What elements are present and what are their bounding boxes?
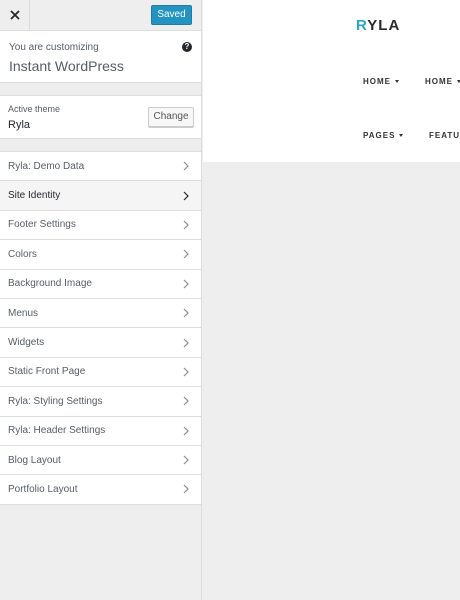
customizing-action-text: You are customizing (9, 42, 99, 53)
section-demo-data[interactable]: Ryla: Demo Data (0, 152, 201, 182)
customizer-sidebar: Saved You are customizing Instant WordPr… (0, 0, 202, 600)
section-label: Ryla: Demo Data (8, 160, 85, 172)
chevron-right-icon (183, 249, 189, 259)
chevron-right-icon (183, 426, 189, 436)
caret-down-icon (399, 134, 404, 137)
preview-site-header: RYLA HOME HOME PAGES FEATUR (203, 0, 460, 162)
nav-item-label: FEATUR (429, 131, 460, 140)
chevron-right-icon (183, 367, 189, 377)
site-logo[interactable]: RYLA (356, 17, 400, 34)
section-label: Widgets (8, 337, 45, 349)
nav-item-features[interactable]: FEATUR (429, 131, 460, 140)
logo-accent-letter: R (356, 17, 368, 34)
help-icon[interactable]: ? (182, 42, 192, 52)
section-label: Ryla: Header Settings (8, 425, 106, 437)
site-preview: RYLA HOME HOME PAGES FEATUR (203, 0, 460, 600)
chevron-right-icon (183, 338, 189, 347)
nav-item-label: HOME (363, 77, 391, 86)
section-colors[interactable]: Colors (0, 240, 201, 270)
section-blog-layout[interactable]: Blog Layout (0, 445, 201, 476)
section-site-identity[interactable]: Site Identity (0, 181, 201, 211)
section-static-front-page[interactable]: Static Front Page (0, 357, 201, 388)
change-theme-button[interactable]: Change (148, 107, 194, 127)
nav-item-pages[interactable]: PAGES (363, 131, 404, 140)
section-label: Colors (8, 248, 37, 260)
section-label: Blog Layout (8, 454, 61, 466)
customizer-sections-list: Ryla: Demo Data Site Identity Footer Set… (0, 151, 201, 505)
save-button[interactable]: Saved (151, 5, 192, 25)
caret-down-icon (395, 80, 399, 83)
section-label: Ryla: Styling Settings (8, 395, 103, 407)
close-customizer-button[interactable] (0, 0, 30, 30)
close-icon (9, 10, 20, 20)
chevron-right-icon (183, 220, 189, 230)
active-theme-panel: Active theme Ryla Change (0, 95, 201, 139)
section-header-settings[interactable]: Ryla: Header Settings (0, 416, 201, 446)
section-label: Site Identity (8, 190, 61, 202)
chevron-right-icon (183, 455, 189, 465)
section-label: Portfolio Layout (8, 483, 78, 495)
section-background-image[interactable]: Background Image (0, 269, 201, 299)
chevron-right-icon (183, 485, 189, 494)
chevron-right-icon (183, 308, 189, 318)
chevron-right-icon (183, 396, 189, 406)
section-label: Menus (8, 307, 39, 319)
section-portfolio-layout[interactable]: Portfolio Layout (0, 475, 201, 505)
nav-item-label: HOME (425, 77, 453, 86)
section-label: Static Front Page (8, 366, 86, 378)
site-title: Instant WordPress (9, 58, 124, 74)
nav-item-label: PAGES (363, 131, 396, 140)
nav-item-home-secondary[interactable]: HOME (425, 77, 460, 86)
chevron-right-icon (183, 161, 189, 171)
chevron-right-icon (183, 191, 189, 201)
section-menus[interactable]: Menus (0, 298, 201, 329)
chevron-right-icon (183, 279, 189, 289)
section-label: Footer Settings (8, 219, 76, 231)
customize-info-panel: You are customizing Instant WordPress ? (0, 31, 201, 83)
logo-text: YLA (367, 17, 401, 34)
section-styling-settings[interactable]: Ryla: Styling Settings (0, 387, 201, 417)
section-footer-settings[interactable]: Footer Settings (0, 210, 201, 241)
section-widgets[interactable]: Widgets (0, 328, 201, 358)
nav-item-home[interactable]: HOME (363, 77, 399, 86)
section-label: Background Image (8, 278, 92, 290)
customizer-header: Saved (0, 0, 201, 31)
